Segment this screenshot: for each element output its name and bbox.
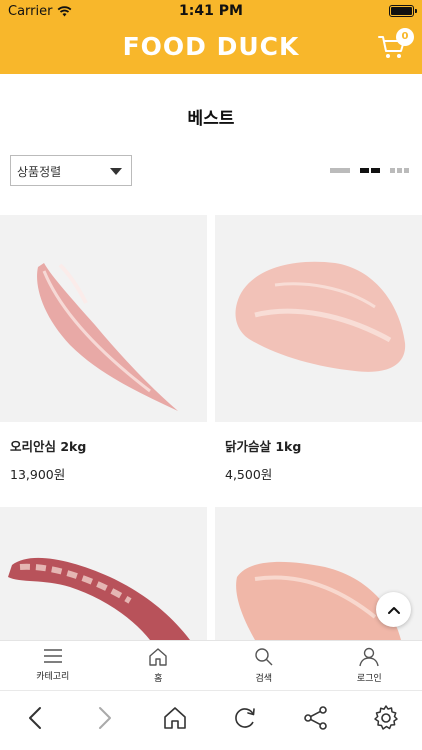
gear-icon (374, 705, 398, 730)
bottom-nav: 카테고리 홈 검색 로그인 (0, 640, 422, 690)
nav-item-label: 카테고리 (36, 672, 70, 682)
product-card[interactable]: 닭가슴살 1kg 4,500원 (215, 215, 422, 483)
view-list-toggle[interactable] (330, 168, 350, 174)
view-grid-3-toggle[interactable] (390, 168, 409, 174)
scroll-top-button[interactable] (376, 592, 411, 627)
browser-toolbar (0, 690, 422, 750)
chevron-right-icon (99, 707, 111, 729)
menu-icon (43, 649, 62, 663)
refresh-icon (235, 708, 255, 728)
nav-item-label: 홈 (154, 674, 163, 684)
product-card[interactable]: 오리안심 2kg 13,900원 (0, 215, 207, 483)
product-card[interactable] (215, 507, 422, 654)
view-grid-3-icon (390, 168, 395, 173)
chevron-down-icon (110, 168, 122, 175)
refresh-button[interactable] (230, 703, 260, 733)
product-price: 4,500원 (225, 467, 273, 482)
nav-item-login[interactable]: 로그인 (317, 641, 422, 690)
product-image[interactable] (215, 215, 422, 422)
chevron-left-icon (29, 707, 41, 729)
user-icon (359, 647, 379, 667)
nav-item-label: 로그인 (356, 674, 382, 684)
status-time: 1:41 PM (179, 3, 243, 19)
product-name[interactable]: 닭가슴살 1kg (215, 436, 422, 455)
battery-icon (389, 5, 417, 17)
sort-dropdown-value: 상품정렬 (17, 165, 62, 179)
cart-count-badge: 0 (396, 28, 414, 46)
nav-item-home[interactable]: 홈 (106, 641, 212, 690)
nav-item-search[interactable]: 검색 (211, 641, 317, 690)
product-image[interactable] (0, 507, 207, 640)
view-grid-2-toggle[interactable] (360, 168, 380, 174)
nav-item-label: 검색 (255, 674, 273, 684)
share-button[interactable] (301, 703, 331, 733)
settings-button[interactable] (371, 703, 401, 733)
brand-logo[interactable]: FOOD DUCK (0, 32, 422, 61)
sort-dropdown[interactable]: 상품정렬 (10, 155, 132, 186)
chevron-up-icon (387, 606, 400, 614)
nav-item-category[interactable]: 카테고리 (0, 641, 106, 690)
cart-button[interactable]: 0 (378, 28, 414, 64)
view-grid-2-icon (360, 168, 369, 173)
share-icon (304, 706, 327, 730)
product-name[interactable]: 오리안심 2kg (0, 436, 207, 455)
product-image[interactable] (0, 215, 207, 422)
search-icon (255, 648, 273, 666)
home-icon (164, 707, 186, 729)
product-price: 13,900원 (10, 467, 66, 482)
back-button[interactable] (20, 703, 50, 733)
page-title: 베스트 (187, 109, 235, 129)
app-header: FOOD DUCK 0 (0, 22, 422, 74)
product-card[interactable] (0, 507, 207, 654)
home-icon (149, 648, 167, 666)
forward-button[interactable] (90, 703, 120, 733)
home-button[interactable] (160, 703, 190, 733)
status-bar: Carrier 1:41 PM (0, 0, 422, 22)
view-list-icon (330, 168, 350, 173)
